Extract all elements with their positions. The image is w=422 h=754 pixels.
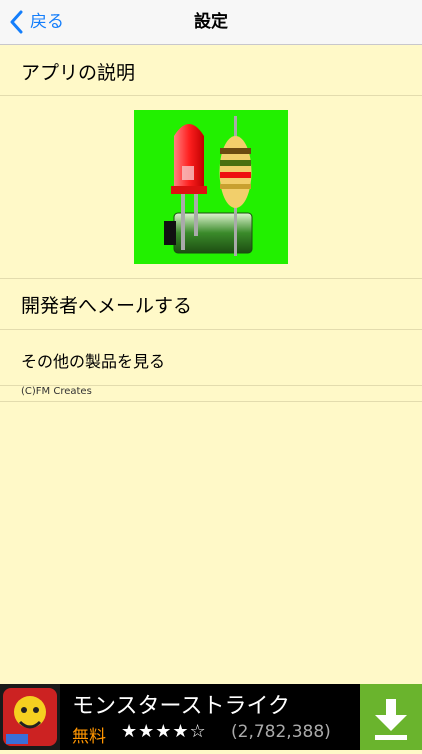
app-icon-row [0, 96, 422, 279]
ad-title: モンスターストライク [72, 694, 291, 719]
game-app-icon [0, 684, 60, 750]
menu-item-other-products[interactable]: その他の製品を見る [0, 330, 422, 386]
ad-price: 無料 [72, 727, 106, 747]
ad-banner[interactable]: モンスターストライク 無料 ★★★★☆ (2,782,388) [0, 684, 422, 750]
ad-download-button[interactable] [360, 684, 422, 750]
divider [0, 401, 422, 402]
page-title: 設定 [194, 12, 228, 32]
menu-item-label: アプリの説明 [21, 62, 136, 84]
download-icon [375, 699, 407, 740]
navigation-bar: 戻る 設定 [0, 0, 422, 45]
ad-rating-stars: ★★★★☆ [121, 721, 207, 742]
led-resistor-battery-app-icon [134, 110, 288, 264]
menu-item-label: その他の製品を見る [21, 352, 166, 371]
copyright-text: (C)FM Creates [21, 386, 92, 397]
menu-item-app-description[interactable]: アプリの説明 [0, 46, 422, 96]
ad-rating-count: (2,782,388) [231, 722, 331, 742]
menu-item-label: 開発者へメールする [21, 295, 193, 317]
menu-item-mail-developer[interactable]: 開発者へメールする [0, 279, 422, 330]
